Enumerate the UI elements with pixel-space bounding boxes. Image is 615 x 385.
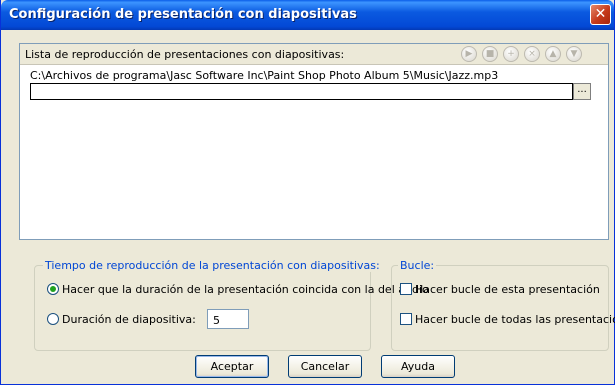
loop-this-checkbox[interactable] xyxy=(400,283,412,295)
timing-legend: Tiempo de reproducción de la presentació… xyxy=(43,259,382,272)
close-button[interactable]: ✕ xyxy=(590,4,611,25)
remove-icon[interactable]: × xyxy=(524,46,540,62)
timing-group: Tiempo de reproducción de la presentació… xyxy=(34,259,429,351)
slide-duration-input[interactable] xyxy=(207,309,249,329)
playlist-header: Lista de reproducción de presentaciones … xyxy=(20,44,608,65)
help-button[interactable]: Ayuda xyxy=(381,355,455,378)
audio-duration-radio[interactable] xyxy=(47,283,59,295)
audio-duration-option[interactable]: Hacer que la duración de la presentación… xyxy=(47,283,429,296)
title-bar[interactable]: Configuración de presentación con diapos… xyxy=(1,0,614,30)
add-icon[interactable]: + xyxy=(503,46,519,62)
loop-all-label: Hacer bucle de todas las presentaciones xyxy=(415,313,615,326)
slide-duration-radio[interactable] xyxy=(47,313,59,325)
ok-button[interactable]: Aceptar xyxy=(195,355,269,378)
loop-all-option[interactable]: Hacer bucle de todas las presentaciones xyxy=(400,313,615,326)
close-icon: ✕ xyxy=(594,6,607,22)
move-down-icon[interactable]: ▼ xyxy=(566,46,582,62)
audio-duration-label: Hacer que la duración de la presentación… xyxy=(62,283,429,296)
stop-icon[interactable]: ■ xyxy=(482,46,498,62)
loop-group: Bucle: Hacer bucle de esta presentación … xyxy=(391,259,615,351)
browse-button[interactable]: ... xyxy=(573,83,591,100)
slide-duration-label: Duración de diapositiva: xyxy=(62,313,196,326)
loop-legend: Bucle: xyxy=(398,259,437,272)
loop-this-label: Hacer bucle de esta presentación xyxy=(415,283,600,296)
playlist-header-label: Lista de reproducción de presentaciones … xyxy=(25,48,345,61)
cancel-button[interactable]: Cancelar xyxy=(288,355,362,378)
window-title: Configuración de presentación con diapos… xyxy=(9,7,357,22)
move-up-icon[interactable]: ▲ xyxy=(545,46,561,62)
loop-all-checkbox[interactable] xyxy=(400,313,412,325)
audio-path-input[interactable] xyxy=(30,83,573,100)
loop-this-option[interactable]: Hacer bucle de esta presentación xyxy=(400,283,600,296)
playlist-item[interactable]: C:\Archivos de programa\Jasc Software In… xyxy=(30,69,498,82)
slideshow-settings-dialog: Configuración de presentación con diapos… xyxy=(0,0,615,385)
playlist-panel: Lista de reproducción de presentaciones … xyxy=(19,43,609,240)
slide-duration-option[interactable]: Duración de diapositiva: xyxy=(47,313,196,326)
play-icon[interactable]: ▶ xyxy=(461,46,477,62)
